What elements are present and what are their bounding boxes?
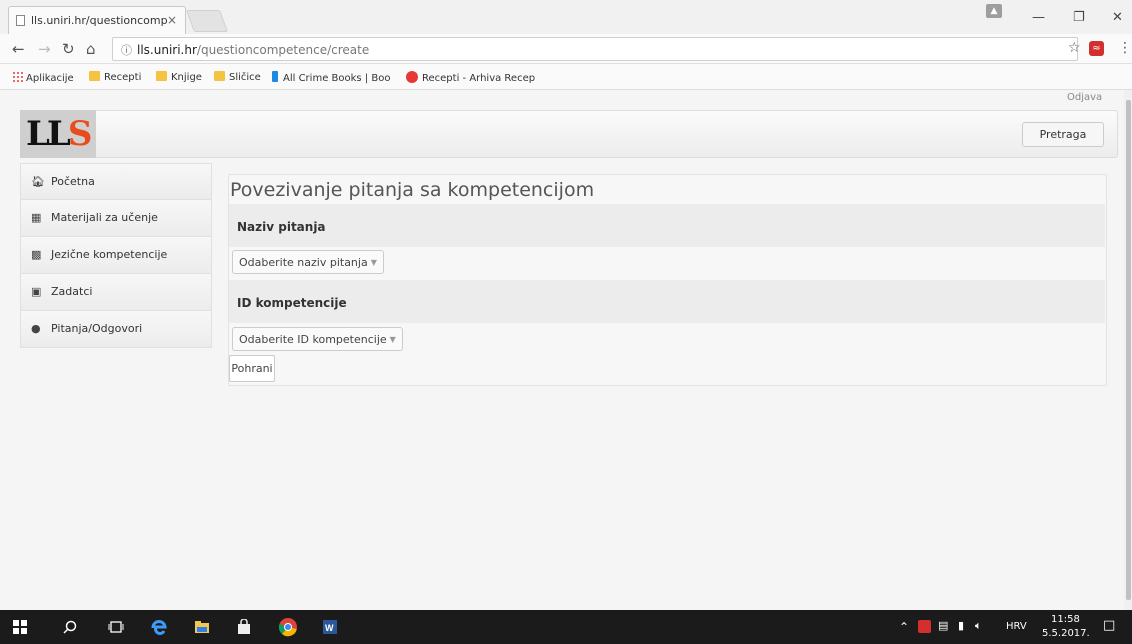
clock-time[interactable]: 11:58 <box>1051 614 1080 625</box>
sidebar: 🏠︎ Početna ▦ Materijali za učenje ▩ Jezične… <box>20 163 212 348</box>
minimize-icon[interactable]: — <box>1032 10 1045 25</box>
store-icon[interactable] <box>236 619 252 635</box>
bookmark-apps[interactable]: Aplikacije <box>12 71 74 84</box>
bookmark-recepti[interactable]: Recepti <box>89 71 141 83</box>
caret-down-icon: ▼ <box>389 335 396 344</box>
reload-icon[interactable]: ↻ <box>62 40 75 58</box>
notifications-icon[interactable]: □ <box>1103 618 1115 633</box>
edge-browser-icon[interactable] <box>150 618 168 636</box>
bookmark-recepti-arhiva[interactable]: Recepti - Arhiva Recep <box>406 71 535 84</box>
volume-icon[interactable]: 🔈︎ <box>975 619 982 633</box>
page-icon <box>16 15 25 26</box>
back-icon[interactable]: ← <box>12 40 25 58</box>
chat-icon: ● <box>31 322 41 335</box>
sidebar-item-kompetencije[interactable]: ▩ Jezične kompetencije <box>20 237 212 274</box>
window-close-icon[interactable]: ✕ <box>1112 10 1123 25</box>
site-info-icon[interactable]: ⓘ <box>121 44 132 57</box>
grid-icon: ▩ <box>31 248 42 261</box>
new-tab-button[interactable] <box>185 10 229 32</box>
competence-dropdown[interactable]: Odaberite ID kompetencije ▼ <box>232 327 403 351</box>
restore-icon[interactable]: ❐ <box>1073 10 1085 25</box>
book-icon: ▦ <box>31 211 42 224</box>
home-icon: 🏠︎ <box>31 175 45 188</box>
forward-icon[interactable]: → <box>38 40 51 58</box>
windows-start-icon[interactable] <box>12 619 28 635</box>
question-section-header: Naziv pitanja <box>229 204 1105 247</box>
page-title: Povezivanje pitanja sa kompetencijom <box>230 179 595 201</box>
sidebar-item-zadatci[interactable]: ▣ Zadatci <box>20 274 212 311</box>
chrome-icon[interactable] <box>278 617 298 637</box>
bookmark-slicice[interactable]: Sličice <box>214 71 261 83</box>
competence-section-header: ID kompetencije <box>229 280 1105 323</box>
folder-icon <box>156 71 167 81</box>
tab-title: lls.uniri.hr/questioncomp <box>31 14 168 27</box>
url-host: lls.uniri.hr <box>137 43 197 57</box>
word-icon[interactable]: W <box>322 619 338 635</box>
file-explorer-icon[interactable] <box>194 619 210 635</box>
clock-date[interactable]: 5.5.2017. <box>1042 628 1090 639</box>
folder-icon <box>214 71 225 81</box>
main-content: Povezivanje pitanja sa kompetencijom Naz… <box>228 174 1107 386</box>
language-indicator[interactable]: HRV <box>1006 621 1027 632</box>
top-navbar <box>20 110 1118 158</box>
windows-taskbar: W ⌃ ▤ ▮ 🔈︎ HRV 11:58 5.5.2017. □ <box>0 610 1132 644</box>
search-button[interactable]: Pretraga <box>1022 122 1104 147</box>
bookmarks-bar: Aplikacije Recepti Knjige Sličice All Cr… <box>0 64 1132 90</box>
battery-icon[interactable]: ▮ <box>958 619 964 632</box>
profile-icon[interactable]: ▲ <box>986 4 1002 18</box>
bookmark-crime-books[interactable]: All Crime Books | Boo <box>272 71 390 84</box>
url-input[interactable]: ⓘ lls.uniri.hr/questioncompetence/create <box>112 37 1078 61</box>
browser-tab[interactable]: lls.uniri.hr/questioncomp × <box>8 6 186 34</box>
home-button-icon[interactable]: ⌂ <box>86 40 96 58</box>
question-dropdown[interactable]: Odaberite naziv pitanja ▼ <box>232 250 384 274</box>
bookmark-knjige[interactable]: Knjige <box>156 71 202 83</box>
svg-text:W: W <box>325 623 334 633</box>
recepti-site-icon <box>406 71 418 83</box>
save-button[interactable]: Pohrani <box>229 355 275 382</box>
tray-app-icon[interactable] <box>918 620 931 633</box>
clipboard-icon: ▣ <box>31 285 42 298</box>
extension-icon[interactable]: ≈ <box>1089 41 1104 56</box>
address-bar-row: ← → ↻ ⌂ ⓘ lls.uniri.hr/questioncompetence… <box>0 34 1132 64</box>
folder-icon <box>89 71 100 81</box>
apps-icon <box>12 71 23 82</box>
sidebar-item-materijali[interactable]: ▦ Materijali za učenje <box>20 200 212 237</box>
bookmark-star-icon[interactable]: ☆ <box>1068 40 1081 56</box>
task-view-icon[interactable] <box>108 619 124 635</box>
tab-close-icon[interactable]: × <box>167 13 177 27</box>
browser-tabstrip: lls.uniri.hr/questioncomp × ▲ — ❐ ✕ <box>0 0 1132 34</box>
page-viewport: Odjava LLS Pretraga 🏠︎ Početna ▦ Materijal… <box>0 90 1132 610</box>
scrollbar-thumb[interactable] <box>1126 100 1131 600</box>
search-icon[interactable] <box>62 619 78 635</box>
tray-chevron-icon[interactable]: ⌃ <box>899 620 909 634</box>
network-icon[interactable]: ▤ <box>938 619 948 632</box>
sidebar-item-pocetna[interactable]: 🏠︎ Početna <box>20 163 212 200</box>
lls-logo[interactable]: LLS <box>20 110 96 158</box>
logout-link[interactable]: Odjava <box>1067 92 1102 103</box>
book-icon <box>272 71 278 82</box>
url-path: /questioncompetence/create <box>196 43 370 57</box>
menu-icon[interactable]: ⋮ <box>1118 40 1132 56</box>
sidebar-item-pitanja[interactable]: ● Pitanja/Odgovori <box>20 311 212 348</box>
caret-down-icon: ▼ <box>370 258 377 267</box>
